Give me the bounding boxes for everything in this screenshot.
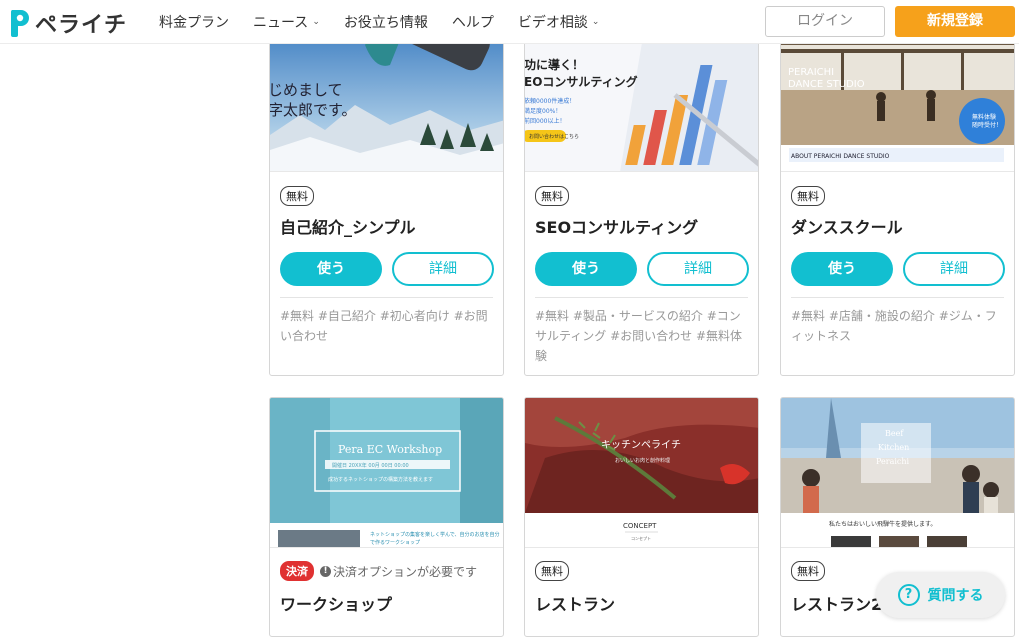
- payment-note-text: 決済オプションが必要です: [333, 564, 478, 579]
- tag-list: #無料 #店舗・施設の紹介 #ジム・フィットネス: [791, 309, 997, 343]
- thumb-studio-name-2: DANCE STUDIO: [788, 79, 865, 90]
- template-card-dance-school[interactable]: PERAICHI DANCE STUDIO 無料体験 随時受付！ ABOUT P…: [780, 24, 1015, 376]
- badge-row: 無料: [535, 561, 569, 581]
- badge-row: 無料: [535, 186, 569, 206]
- card-title: ダンススクール: [791, 218, 903, 237]
- divider: [535, 297, 748, 298]
- template-card-seo-consulting[interactable]: 功に導く！ EOコンサルティング 依頼0000件達成！ 満足度00%！ 前回00…: [524, 24, 759, 376]
- thumb-circle-line2: 随時受付！: [972, 121, 1002, 129]
- nav-news[interactable]: ニュース ⌄: [253, 12, 320, 32]
- badge-row: 無料: [791, 561, 825, 581]
- thumb-concept-heading: CONCEPT: [623, 522, 657, 530]
- thumb-restaurant-title: キッチンペライチ: [601, 439, 681, 451]
- info-icon: !: [320, 565, 331, 577]
- thumb-workshop-date: 開催日 20XX年 00月 00日 00:00: [332, 462, 409, 469]
- thumbnail-image: Beef Kitchen Peraichi 私たちはおいしい飛騨牛を提供します。: [781, 398, 1014, 547]
- payment-note: ! 決済オプションが必要です: [320, 563, 477, 580]
- thumbnail-image: Pera EC Workshop 開催日 20XX年 00月 00日 00:00…: [270, 398, 503, 547]
- detail-button[interactable]: 詳細: [392, 252, 494, 286]
- signup-button[interactable]: 新規登録: [895, 6, 1015, 37]
- thumb-workshop-desc-1: ネットショップの集客を楽しく学んで、自分のお店を自分: [370, 531, 500, 538]
- template-thumbnail: Pera EC Workshop 開催日 20XX年 00月 00日 00:00…: [270, 398, 503, 548]
- free-badge: 無料: [791, 186, 825, 206]
- thumb-studio-name-1: PERAICHI: [788, 67, 834, 78]
- card-title: レストラン: [535, 595, 616, 614]
- nav-help[interactable]: ヘルプ: [452, 12, 494, 32]
- template-thumbnail: 功に導く！ EOコンサルティング 依頼0000件達成！ 満足度00%！ 前回00…: [525, 25, 758, 172]
- thumb-text-line1: じめまして: [270, 81, 343, 99]
- ask-question-label: 質問する: [927, 588, 984, 604]
- thumb-bullet-3: 前回000以上！: [525, 117, 565, 125]
- card-title: 自己紹介_シンプル: [280, 218, 416, 237]
- thumb-text-line2: 字太郎です。: [270, 101, 357, 119]
- thumb-bullet-1: 依頼0000件達成！: [525, 97, 575, 105]
- logo[interactable]: ペライチ: [8, 7, 127, 39]
- thumb-bullet-2: 満足度00%！: [525, 107, 561, 115]
- detail-button[interactable]: 詳細: [647, 252, 749, 286]
- nav-video-consult-label: ビデオ相談: [517, 15, 588, 31]
- card-title: SEOコンサルティング: [535, 218, 699, 237]
- badge-row: 決済 ! 決済オプションが必要です: [280, 561, 477, 581]
- use-button[interactable]: 使う: [280, 252, 382, 286]
- free-badge: 無料: [280, 186, 314, 206]
- card-title: レストラン2: [791, 595, 883, 614]
- divider: [791, 297, 1004, 298]
- thumb-r2-caption: 私たちはおいしい飛騨牛を提供します。: [829, 520, 936, 528]
- tag-list: #無料 #製品・サービスの紹介 #コンサルティング #お問い合わせ #無料体験: [535, 309, 743, 363]
- logo-text: ペライチ: [35, 13, 128, 38]
- template-card-self-intro[interactable]: じめまして 字太郎です。 無料 自己紹介_シンプル 使う 詳細 #無料 #自己紹…: [269, 24, 504, 376]
- thumb-workshop-line: 成功するネットショップの構築方法を教えます: [328, 476, 433, 483]
- nav-news-label: ニュース: [253, 15, 309, 31]
- main-nav: 料金プラン ニュース ⌄ お役立ち情報 ヘルプ ビデオ相談 ⌄: [159, 12, 623, 32]
- question-icon: ?: [897, 584, 920, 606]
- divider: [280, 297, 493, 298]
- ask-question-button[interactable]: ? 質問する: [876, 572, 1005, 618]
- template-thumbnail: Beef Kitchen Peraichi 私たちはおいしい飛騨牛を提供します。: [781, 398, 1014, 548]
- tag-list: #無料 #自己紹介 #初心者向け #お問い合わせ: [280, 309, 488, 343]
- thumb-circle-line1: 無料体験: [972, 113, 996, 121]
- free-badge: 無料: [791, 561, 825, 581]
- thumb-r2-line3: Peraichi: [876, 457, 910, 466]
- thumbnail-image: キッチンペライチ おいしいお肉と創作料理 CONCEPT コンセプト: [525, 398, 758, 547]
- detail-button[interactable]: 詳細: [903, 252, 1005, 286]
- login-button[interactable]: ログイン: [765, 6, 885, 37]
- thumb-concept-sub: コンセプト: [631, 535, 651, 541]
- thumb-workshop-title: Pera EC Workshop: [338, 443, 442, 456]
- template-card-restaurant[interactable]: キッチンペライチ おいしいお肉と創作料理 CONCEPT コンセプト 無料 レス…: [524, 397, 759, 637]
- thumb-restaurant-sub: おいしいお肉と創作料理: [615, 457, 670, 464]
- chevron-down-icon: ⌄: [312, 17, 320, 27]
- thumb-r2-line2: Kitchen: [878, 443, 909, 452]
- nav-tips[interactable]: お役立ち情報: [344, 12, 428, 32]
- badge-row: 無料: [791, 186, 825, 206]
- thumb-text-line2: EOコンサルティング: [525, 74, 638, 89]
- thumb-workshop-desc-2: で作るワークショップ: [370, 539, 420, 546]
- card-title: ワークショップ: [280, 595, 393, 614]
- template-thumbnail: じめまして 字太郎です。: [270, 25, 503, 172]
- badge-row: 無料: [280, 186, 314, 206]
- free-badge: 無料: [535, 186, 569, 206]
- nav-pricing-label: 料金プラン: [159, 15, 229, 31]
- thumb-about-heading: ABOUT PERAICHI DANCE STUDIO: [791, 153, 890, 160]
- thumb-text-line1: 功に導く！: [525, 57, 584, 72]
- template-card-workshop[interactable]: Pera EC Workshop 開催日 20XX年 00月 00日 00:00…: [269, 397, 504, 637]
- template-thumbnail: キッチンペライチ おいしいお肉と創作料理 CONCEPT コンセプト: [525, 398, 758, 548]
- thumbnail-image: PERAICHI DANCE STUDIO 無料体験 随時受付！ ABOUT P…: [781, 25, 1014, 171]
- template-thumbnail: PERAICHI DANCE STUDIO 無料体験 随時受付！ ABOUT P…: [781, 25, 1014, 172]
- logo-icon: [10, 10, 29, 37]
- thumb-r2-line1: Beef: [885, 429, 904, 438]
- payment-badge: 決済: [280, 561, 314, 581]
- nav-tips-label: お役立ち情報: [343, 15, 428, 31]
- thumb-cta: お問い合わせはこちら: [529, 133, 579, 140]
- chevron-down-icon: ⌄: [591, 17, 600, 27]
- thumbnail-image: じめまして 字太郎です。: [270, 25, 503, 171]
- nav-video-consult[interactable]: ビデオ相談 ⌄: [518, 12, 600, 32]
- use-button[interactable]: 使う: [535, 252, 637, 286]
- use-button[interactable]: 使う: [791, 252, 893, 286]
- nav-help-label: ヘルプ: [451, 15, 494, 31]
- thumbnail-image: 功に導く！ EOコンサルティング 依頼0000件達成！ 満足度00%！ 前回00…: [525, 25, 758, 171]
- free-badge: 無料: [535, 561, 569, 581]
- site-header: ペライチ 料金プラン ニュース ⌄ お役立ち情報 ヘルプ ビデオ相談 ⌄ ログイン …: [0, 0, 1019, 44]
- nav-pricing[interactable]: 料金プラン: [159, 12, 229, 32]
